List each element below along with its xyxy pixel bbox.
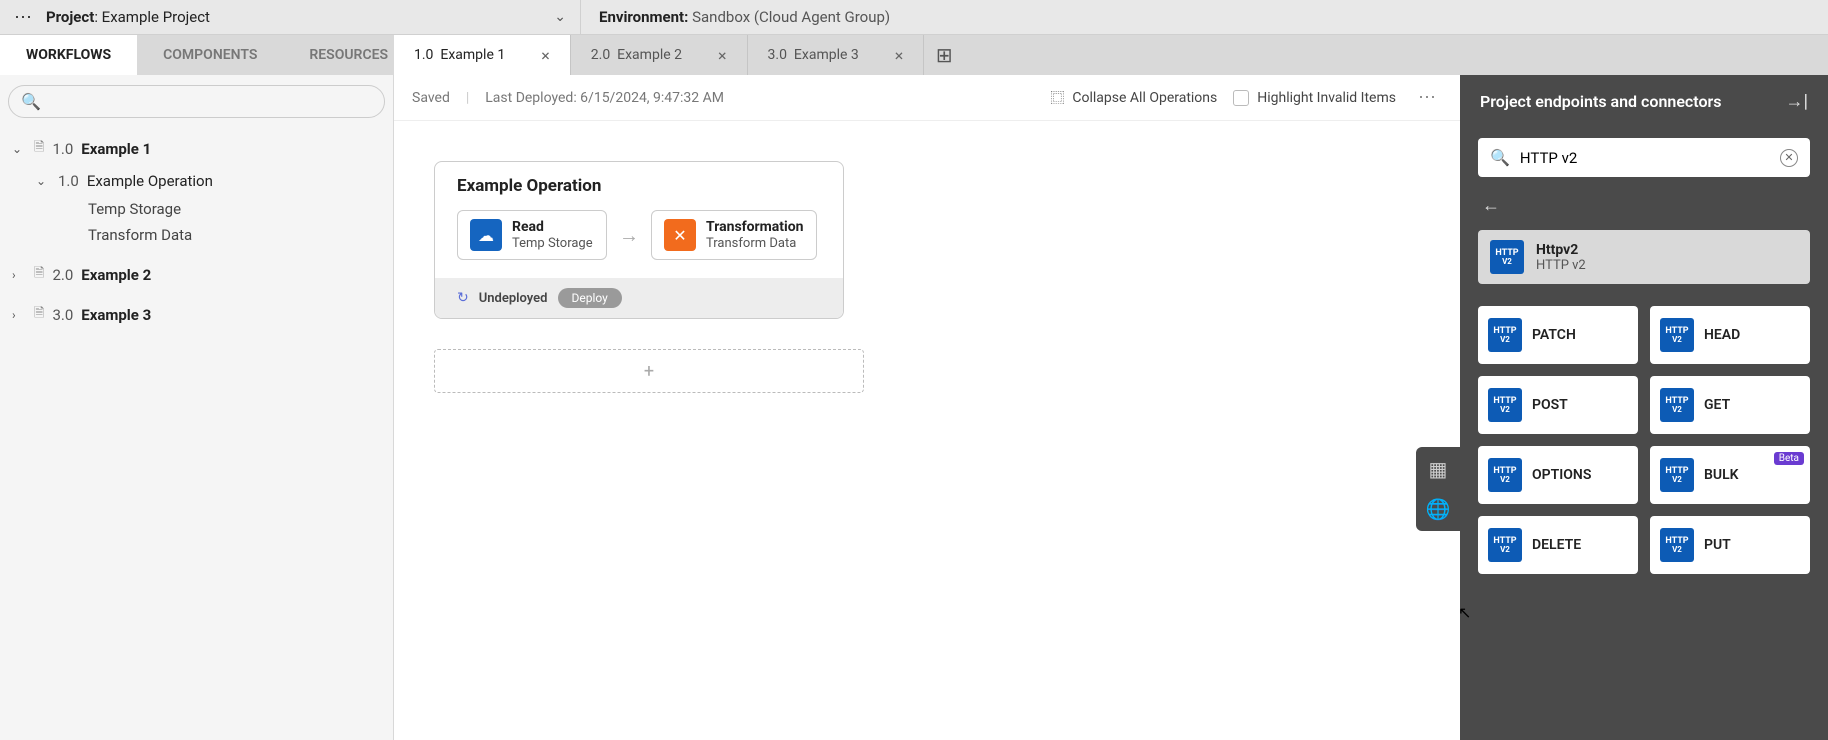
close-icon[interactable]: × bbox=[541, 46, 550, 65]
read-icon: ☁ bbox=[470, 219, 502, 251]
connector-item-head[interactable]: HTTPV2HEAD bbox=[1650, 306, 1810, 364]
http-v2-icon: HTTPV2 bbox=[1660, 388, 1694, 422]
environment-label: Environment: Sandbox (Cloud Agent Group) bbox=[599, 8, 890, 26]
node-transformation[interactable]: ✕ Transformation Transform Data bbox=[651, 210, 817, 260]
http-v2-icon: HTTPV2 bbox=[1660, 528, 1694, 562]
search-icon: 🔍 bbox=[21, 92, 41, 111]
clear-search-icon[interactable]: ✕ bbox=[1780, 149, 1798, 167]
close-icon[interactable]: × bbox=[895, 46, 904, 65]
undeployed-icon: ↻ bbox=[457, 290, 469, 306]
canvas: Saved | Last Deployed: 6/15/2024, 9:47:3… bbox=[394, 75, 1460, 740]
http-v2-icon: HTTPV2 bbox=[1488, 528, 1522, 562]
collapse-panel-icon[interactable]: →| bbox=[1785, 91, 1808, 112]
connector-item-delete[interactable]: HTTPV2DELETE bbox=[1478, 516, 1638, 574]
checkbox-icon bbox=[1233, 90, 1249, 106]
filetab-example1[interactable]: 1.0 Example 1 × bbox=[394, 35, 571, 75]
connector-search[interactable]: 🔍 ✕ bbox=[1478, 138, 1810, 177]
last-deployed: Last Deployed: 6/15/2024, 9:47:32 AM bbox=[485, 90, 724, 106]
filetab-example3[interactable]: 3.0 Example 3 × bbox=[748, 35, 925, 75]
navtab-components[interactable]: COMPONENTS bbox=[137, 35, 283, 75]
connector-item-post[interactable]: HTTPV2POST bbox=[1478, 376, 1638, 434]
collapse-icon: ⿴ bbox=[1050, 88, 1064, 108]
node-read[interactable]: ☁ Read Temp Storage bbox=[457, 210, 607, 260]
panel-title: Project endpoints and connectors bbox=[1480, 92, 1722, 111]
tree-item-example-operation[interactable]: ⌄ 1.0 Example Operation bbox=[32, 166, 385, 196]
add-operation-dropzone[interactable]: + bbox=[434, 349, 864, 393]
sidebar: 🔍 ⌄ 🗎 1.0 Example 1 ⌄ 1.0 Example Operat… bbox=[0, 75, 394, 740]
document-icon: 🗎 bbox=[34, 304, 44, 326]
globe-dock-icon[interactable]: 🌐 bbox=[1426, 497, 1451, 521]
selected-connector[interactable]: HTTPV2 Httpv2 HTTP v2 bbox=[1478, 230, 1810, 284]
beta-badge: Beta bbox=[1774, 452, 1804, 465]
chevron-right-icon: › bbox=[12, 268, 26, 282]
connector-item-patch[interactable]: HTTPV2PATCH bbox=[1478, 306, 1638, 364]
side-dock: ▦ 🌐 bbox=[1416, 447, 1460, 531]
back-button[interactable]: ← bbox=[1460, 177, 1828, 222]
tree-item-example3[interactable]: › 🗎 3.0 Example 3 bbox=[8, 298, 385, 332]
tree-leaf-transform-data[interactable]: Transform Data bbox=[32, 222, 385, 248]
http-v2-icon: HTTPV2 bbox=[1488, 458, 1522, 492]
more-menu-icon[interactable]: ⋯ bbox=[1412, 87, 1442, 108]
connector-item-get[interactable]: HTTPV2GET bbox=[1650, 376, 1810, 434]
search-icon: 🔍 bbox=[1490, 148, 1510, 167]
operation-card: Example Operation ☁ Read Temp Storage → … bbox=[434, 161, 844, 319]
tree-leaf-temp-storage[interactable]: Temp Storage bbox=[32, 196, 385, 222]
project-label: Project: Example Project bbox=[46, 8, 210, 26]
http-v2-icon: HTTPV2 bbox=[1490, 240, 1524, 274]
http-v2-icon: HTTPV2 bbox=[1488, 388, 1522, 422]
chevron-down-icon: ⌄ bbox=[36, 174, 50, 188]
document-icon: 🗎 bbox=[34, 138, 44, 160]
connector-item-put[interactable]: HTTPV2PUT bbox=[1650, 516, 1810, 574]
filetab-example2[interactable]: 2.0 Example 2 × bbox=[571, 35, 748, 75]
connector-search-input[interactable] bbox=[1520, 149, 1770, 167]
arrow-icon: → bbox=[619, 223, 639, 248]
add-tab-button[interactable]: ⊞ bbox=[924, 35, 964, 75]
deploy-status: Undeployed bbox=[479, 291, 548, 306]
close-icon[interactable]: × bbox=[718, 46, 727, 65]
sidebar-search[interactable]: 🔍 bbox=[8, 85, 385, 118]
deploy-button[interactable]: Deploy bbox=[558, 288, 622, 308]
tree-item-example2[interactable]: › 🗎 2.0 Example 2 bbox=[8, 258, 385, 292]
navtab-workflows[interactable]: WORKFLOWS bbox=[0, 35, 137, 75]
http-v2-icon: HTTPV2 bbox=[1660, 458, 1694, 492]
search-input[interactable] bbox=[47, 94, 372, 110]
connector-item-options[interactable]: HTTPV2OPTIONS bbox=[1478, 446, 1638, 504]
document-icon: 🗎 bbox=[34, 264, 44, 286]
components-dock-icon[interactable]: ▦ bbox=[1429, 457, 1448, 481]
project-dropdown-icon[interactable]: ⌄ bbox=[554, 9, 566, 25]
operation-title: Example Operation bbox=[435, 162, 843, 204]
connector-item-bulk[interactable]: HTTPV2BULKBeta bbox=[1650, 446, 1810, 504]
collapse-all-button[interactable]: ⿴ Collapse All Operations bbox=[1050, 88, 1217, 108]
saved-status: Saved bbox=[412, 90, 450, 106]
chevron-right-icon: › bbox=[12, 308, 26, 322]
chevron-down-icon: ⌄ bbox=[12, 142, 26, 156]
http-v2-icon: HTTPV2 bbox=[1488, 318, 1522, 352]
right-panel: Project endpoints and connectors →| 🔍 ✕ … bbox=[1460, 75, 1828, 740]
http-v2-icon: HTTPV2 bbox=[1660, 318, 1694, 352]
transform-icon: ✕ bbox=[664, 219, 696, 251]
tree-item-example1[interactable]: ⌄ 🗎 1.0 Example 1 bbox=[8, 132, 385, 166]
highlight-invalid-toggle[interactable]: Highlight Invalid Items bbox=[1233, 90, 1396, 106]
menu-dots-icon[interactable]: ⋯ bbox=[14, 7, 32, 28]
